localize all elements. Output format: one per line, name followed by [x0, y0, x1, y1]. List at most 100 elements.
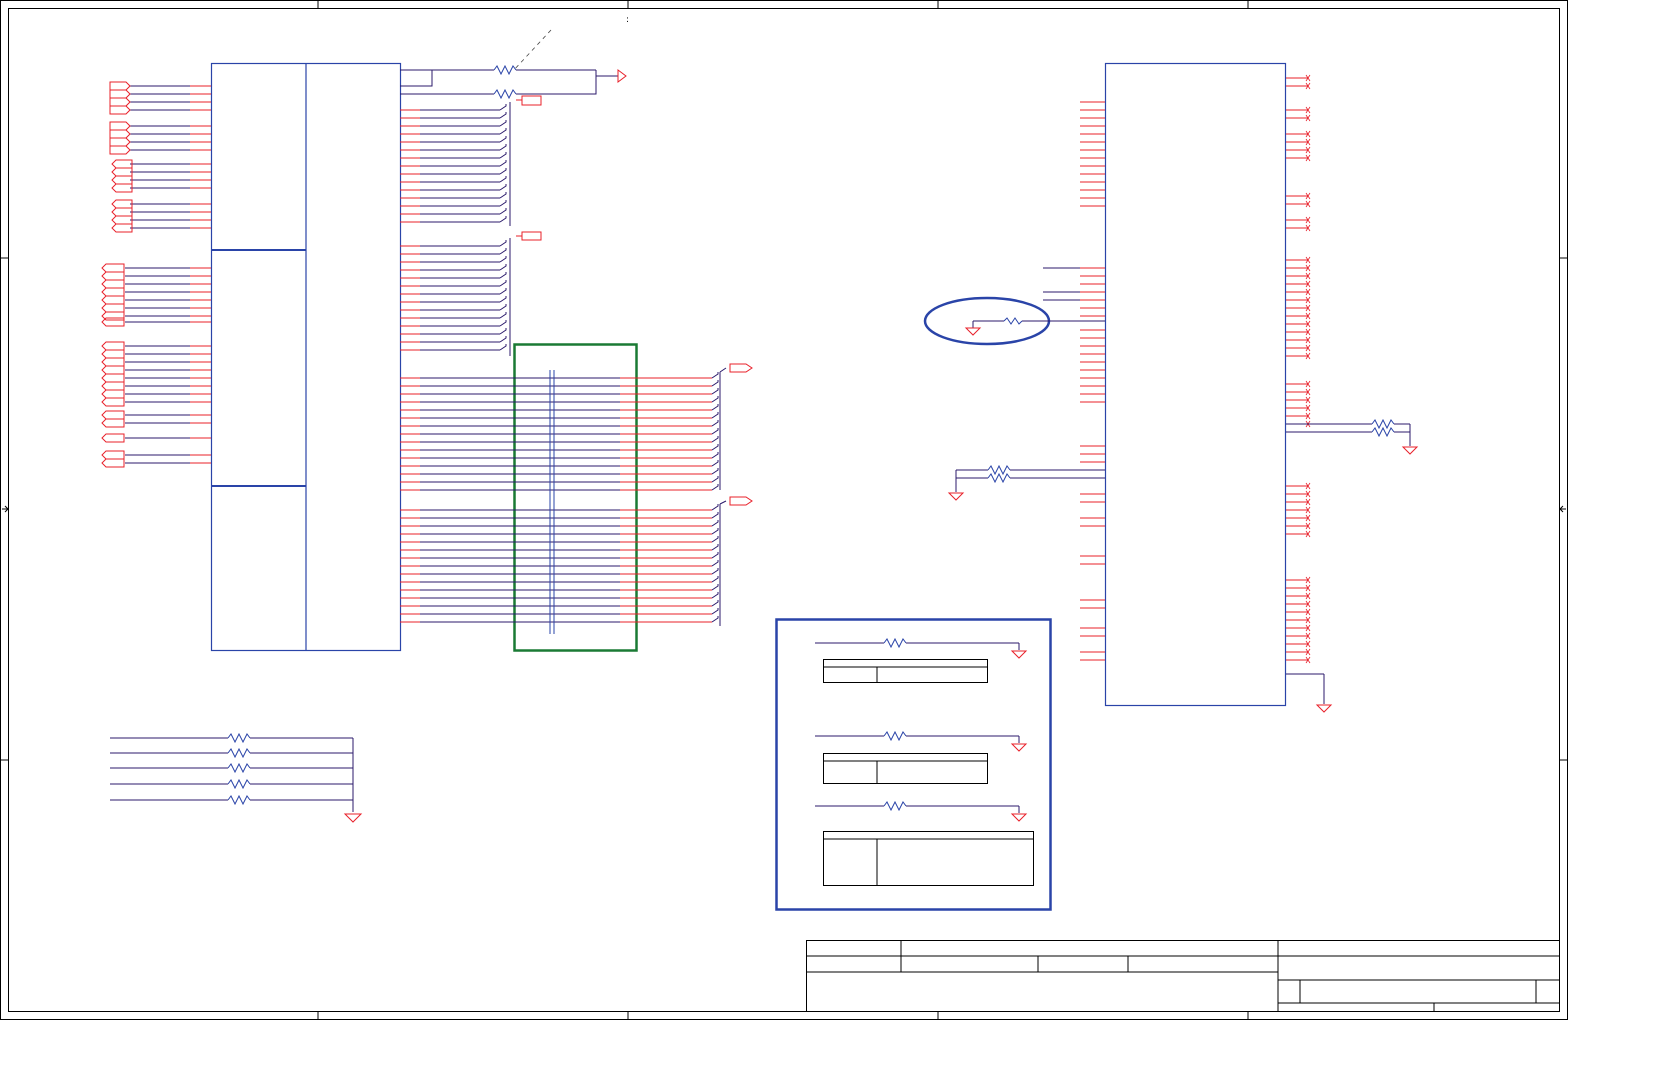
bottom-left-resistors [343, 738, 363, 823]
off-page-connector [111, 159, 133, 169]
ground-symbol [1010, 743, 1028, 752]
off-page-connector [101, 349, 125, 359]
off-page-connector [101, 389, 125, 399]
bus-entry [711, 544, 719, 551]
off-page-connector [111, 183, 133, 193]
bus-entry [711, 404, 719, 411]
resistor [883, 730, 907, 742]
highlight-box [513, 343, 638, 652]
bus-entry [499, 112, 507, 119]
schematic-sheet: : [0, 0, 1568, 1020]
off-page-connector [101, 397, 125, 407]
off-page-connector [101, 287, 125, 297]
bus-entry [711, 552, 719, 559]
off-page-connector [101, 381, 125, 391]
off-page-connector [111, 167, 133, 177]
bus-entry [711, 576, 719, 583]
dashed-leader [512, 29, 552, 72]
off-page-connector [101, 410, 125, 420]
bus-entry [499, 192, 507, 199]
bus-entry [499, 248, 507, 255]
resistor [227, 747, 251, 759]
bus-connector [729, 363, 753, 373]
bus-entry [711, 520, 719, 527]
bus-entry [711, 372, 719, 379]
bus-entry [711, 436, 719, 443]
off-page-connector [109, 145, 131, 155]
bus-entry [711, 460, 719, 467]
bus-entry [711, 380, 719, 387]
off-page-connector [101, 365, 125, 375]
off-page-connector [109, 81, 131, 91]
off-page-connector [101, 458, 125, 468]
resistor [227, 778, 251, 790]
bus-entry [711, 396, 719, 403]
off-page-connector [111, 207, 133, 217]
bus-entry [499, 208, 507, 215]
ground-symbol [1315, 704, 1333, 713]
right-main-ic [1104, 62, 1287, 707]
bus-entry [711, 504, 719, 511]
resistor [883, 637, 907, 649]
bus-entry [499, 336, 507, 343]
bus-entry [711, 452, 719, 459]
off-page-connector [109, 137, 131, 147]
off-page-connector [101, 279, 125, 289]
bus-entry [711, 420, 719, 427]
ground-symbol [1401, 446, 1419, 455]
left-main-ic [210, 62, 402, 652]
off-page-connector [109, 97, 131, 107]
bus-entry [499, 328, 507, 335]
note-box [775, 618, 1052, 911]
bus-entry [499, 256, 507, 263]
bus-entry [711, 388, 719, 395]
bus-entry [499, 128, 507, 135]
off-page-connector [101, 317, 125, 327]
resistor [227, 762, 251, 774]
off-page-connector [101, 271, 125, 281]
off-page-connector [109, 89, 131, 99]
resistor [227, 794, 251, 806]
ground-symbol [1010, 650, 1028, 659]
bus-entry [711, 468, 719, 475]
bus-entry [711, 608, 719, 615]
bus-entry [499, 264, 507, 271]
bus-entry [499, 296, 507, 303]
bus-entry [499, 184, 507, 191]
bus-entry [711, 484, 719, 491]
bus-entry [499, 216, 507, 223]
bus-entry [499, 304, 507, 311]
callout-ellipse [923, 296, 1105, 346]
bus-entry [499, 312, 507, 319]
annotation-text: : [626, 15, 629, 25]
off-page-connector [111, 215, 133, 225]
bus-entry [711, 412, 719, 419]
off-page-connector [109, 105, 131, 115]
bus-entry [499, 120, 507, 127]
bus-entry [499, 168, 507, 175]
bus-entry [711, 476, 719, 483]
off-page-connector [101, 357, 125, 367]
bus-entry [711, 584, 719, 591]
bus-entry [711, 528, 719, 535]
bus-entry [499, 280, 507, 287]
off-page-connector [101, 418, 125, 428]
resistor [883, 800, 907, 812]
off-page-connector [111, 175, 133, 185]
bus-entry [711, 536, 719, 543]
bus-entry [719, 500, 727, 505]
bus-entry [499, 152, 507, 159]
off-page-connector [101, 341, 125, 351]
off-page-connector [111, 223, 133, 233]
bus-entry [499, 136, 507, 143]
resistor [1371, 418, 1395, 430]
bus-entry [719, 367, 727, 373]
resistor [227, 732, 251, 744]
wiring-layer [101, 74, 1419, 822]
bus-entry [499, 144, 507, 151]
off-page-connector [111, 199, 133, 209]
resistor [1371, 426, 1395, 438]
off-page-connector [101, 263, 125, 273]
sheet-frame [0, 0, 1568, 1020]
bus-entry [499, 288, 507, 295]
